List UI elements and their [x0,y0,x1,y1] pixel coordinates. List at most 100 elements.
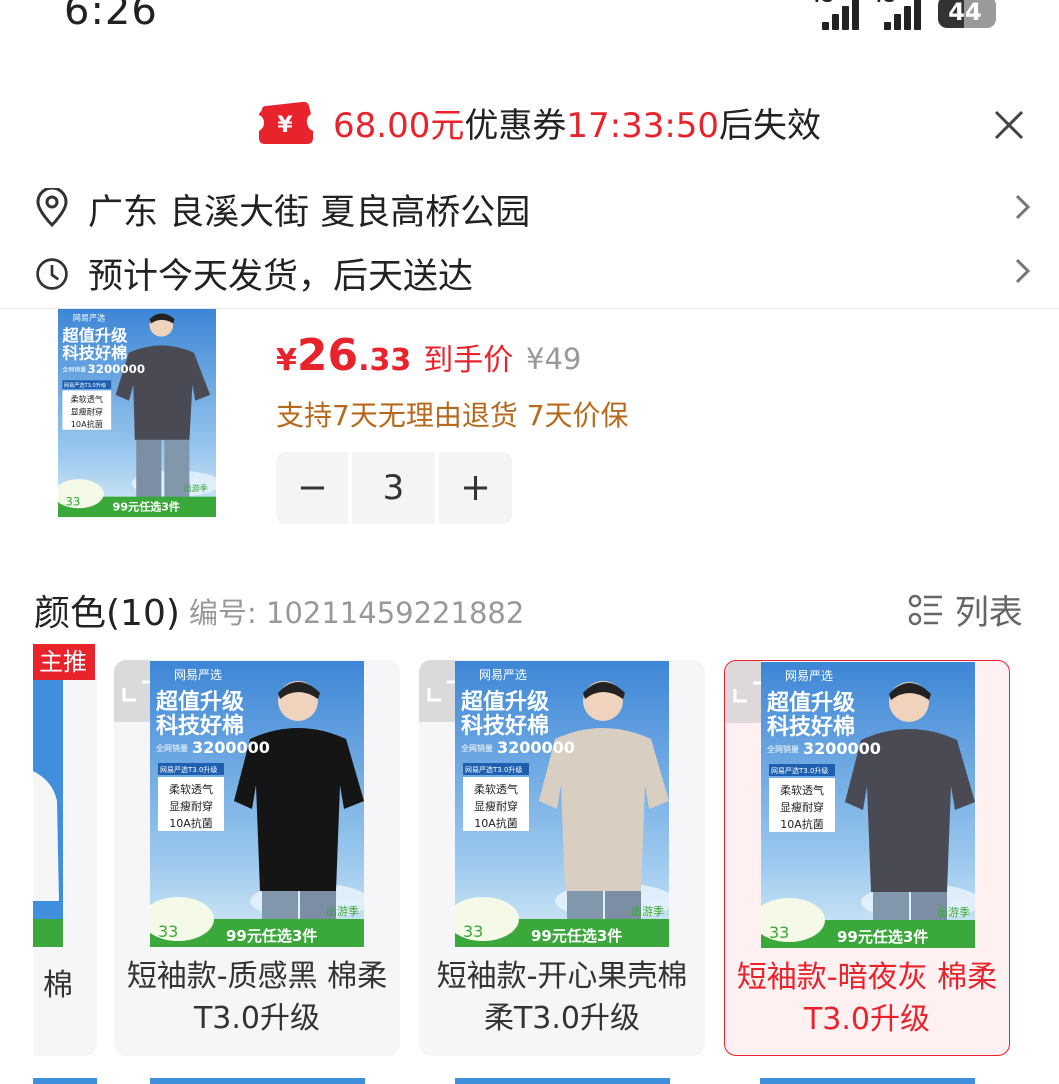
card-sales: 3200000 [497,738,575,757]
product-thumbnail[interactable]: 网易严选 超值升级 科技好棉 全网销量 3200000 网易严选T3.0升级 柔… [58,309,216,517]
signal-1-icon: 4G [810,0,862,30]
card-promo: 99元任选3件 [226,927,317,945]
color-option-card[interactable]: 网易严选 超值升级 科技好棉 全网销量 3200000 网易严选T3.0升级 柔… [419,660,705,1056]
coupon-ticket-icon: ¥ [259,101,313,144]
card-feature-3: 10A抗菌 [780,817,824,831]
next-row-card [455,1078,670,1084]
return-policy: 支持7天无理由退货 7天价保 [276,399,629,432]
card-price-small: 33 [769,923,789,942]
price-block: ¥26.33 到手价 [276,330,513,381]
card-feature-3: 10A抗菌 [169,816,213,830]
chevron-right-icon [1015,258,1031,284]
color-option-image: 网易严选 超值升级 科技好棉 全网销量 3200000 网易严选T3.0升级 柔… [761,662,975,948]
next-row-card [150,1078,365,1084]
coupon-banner: 68.00元优惠券17:33:50后失效 [333,104,821,148]
price-integer: 26 [296,330,359,381]
thumb-feature-1: 柔软透气 [71,394,103,404]
coupon-expire-label: 后失效 [719,106,822,146]
list-icon [908,594,942,626]
address-row[interactable]: 广东 良溪大街 夏良高桥公园 [0,180,1059,236]
card-season: 出游季 [937,905,970,919]
card-brand: 网易严选 [785,669,833,683]
card-headline-2: 科技好棉 [461,713,549,739]
zoom-corner-icon[interactable] [419,660,455,722]
network-type-2: 4G [872,0,895,6]
next-row-card [33,1078,97,1084]
thumb-headline-2: 科技好棉 [62,344,127,363]
thumb-brand: 网易严选 [73,313,105,323]
signal-bar [832,14,839,30]
original-price: ¥49 [526,342,582,376]
recommended-tag: 主推 [33,644,95,680]
card-sales-prefix: 全网销量 [767,744,799,754]
card-sales-prefix: 全网销量 [156,743,188,753]
chevron-right-icon [1015,194,1031,220]
product-image: 网易严选 超值升级 科技好棉 全网销量 3200000 网易严选T3.0升级 柔… [58,309,216,517]
next-row-card [760,1078,975,1084]
zoom-corner-icon[interactable] [725,661,761,723]
card-headline-2: 科技好棉 [767,714,855,740]
card-price-small: 33 [463,922,483,941]
close-icon[interactable] [990,106,1028,144]
thumb-season: 出游季 [184,483,208,493]
color-option-name: 短袖款-质感黑 棉柔T3.0升级 [126,959,388,1036]
list-view-button[interactable]: 列表 [908,585,1023,633]
card-feature-2: 显瘦耐穿 [169,799,213,813]
card-badge: 网易严选T3.0升级 [771,766,828,775]
card-sales: 3200000 [803,739,881,758]
color-option-image: 网易严选 超值升级 科技好棉 全网销量 3200000 网易严选T3.0升级 柔… [150,661,364,947]
card-feature-1: 柔软透气 [780,783,824,797]
price-label: 到手价 [423,343,514,378]
card-headline-1: 超值升级 [156,689,244,715]
address-text: 广东 良溪大街 夏良高桥公园 [88,193,531,233]
quantity-value[interactable]: 3 [352,452,435,524]
location-pin-icon [36,188,68,228]
thumb-price-small: 33 [65,494,80,508]
color-option-card[interactable]: 棉 [33,660,97,1056]
card-promo: 99元任选3件 [837,928,928,946]
delivery-estimate: 预计今天发货，后天送达 [88,257,474,297]
status-time: 6:26 [64,0,158,34]
color-section-title: 颜色(10) [34,593,180,634]
network-type-1: 4G [810,0,833,6]
price-symbol: ¥ [276,343,297,378]
card-feature-1: 柔软透气 [474,782,518,796]
signal-2-icon: 4G [872,0,924,30]
card-badge: 网易严选T3.0升级 [465,765,522,774]
product-code: 编号: 10211459221882 [189,596,525,630]
thumb-promo: 99元任选3件 [113,500,180,514]
card-brand: 网易严选 [174,668,222,682]
signal-bar [884,22,891,30]
thumb-feature-3: 10A抗菌 [71,419,103,429]
card-season: 出游季 [326,904,359,918]
thumb-feature-2: 显瘦耐穿 [71,407,103,417]
increase-quantity-button[interactable] [439,452,512,524]
color-option-name: 短袖款-开心果壳棉柔T3.0升级 [436,959,688,1036]
card-brand: 网易严选 [479,668,527,682]
card-sales-prefix: 全网销量 [461,743,493,753]
signal-bar [904,6,911,30]
color-option-card[interactable]: 网易严选 超值升级 科技好棉 全网销量 3200000 网易严选T3.0升级 柔… [114,660,400,1056]
coupon-countdown: 17:33:50 [566,106,720,146]
card-price-small: 33 [158,922,178,941]
color-option-image: 网易严选 超值升级 科技好棉 全网销量 3200000 网易严选T3.0升级 柔… [455,661,669,947]
signal-bar [894,14,901,30]
price-decimal: .33 [358,343,412,378]
list-view-label: 列表 [954,593,1023,633]
plus-icon [464,476,487,500]
delivery-row[interactable]: 预计今天发货，后天送达 [0,244,1059,300]
signal-bar [842,6,849,30]
minus-icon [301,486,324,490]
thumb-badge: 网易严选T3.0升级 [64,382,106,389]
battery-level: 44 [948,0,982,26]
thumb-sales: 3200000 [88,362,146,376]
card-sales: 3200000 [192,738,270,757]
color-option-name: 棉 [43,968,73,1003]
color-option-card[interactable]: 网易严选 超值升级 科技好棉 全网销量 3200000 网易严选T3.0升级 柔… [724,660,1010,1056]
decrease-quantity-button[interactable] [276,452,348,524]
zoom-corner-icon[interactable] [114,660,150,722]
card-feature-3: 10A抗菌 [474,816,518,830]
color-option-name: 短袖款-暗夜灰 棉柔T3.0升级 [736,960,998,1037]
clock-icon [36,258,68,290]
card-feature-1: 柔软透气 [169,782,213,796]
